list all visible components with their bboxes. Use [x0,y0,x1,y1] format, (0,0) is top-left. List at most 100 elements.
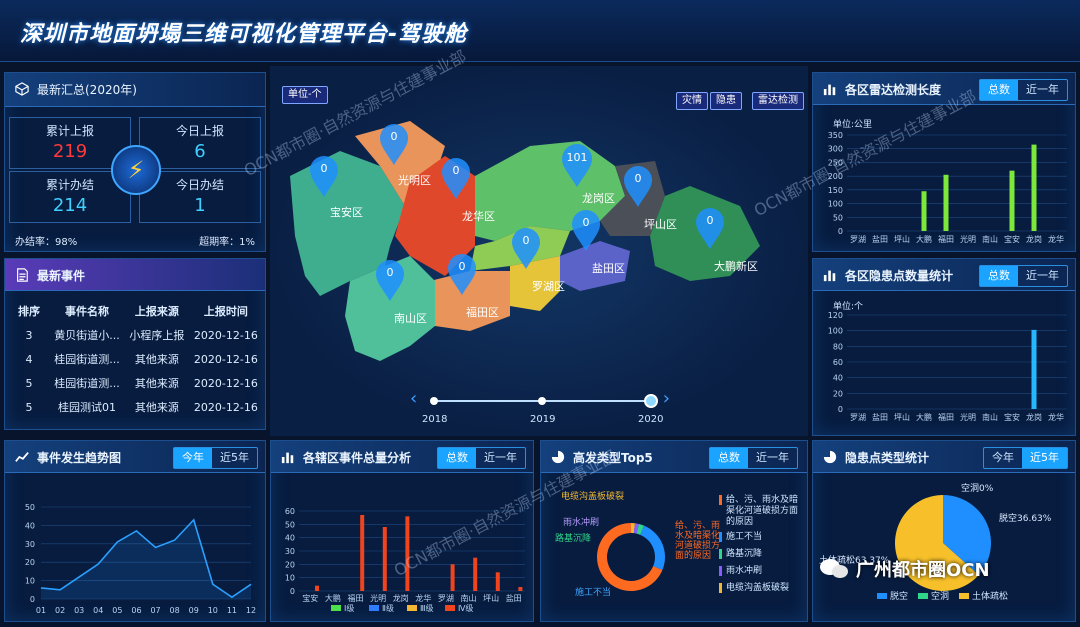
map-pin-icon [572,210,600,251]
map-pin-yantian[interactable]: 0 [570,208,602,252]
events-title: 最新事件 [37,269,86,283]
trend-tabs: 今年 近5年 [173,447,258,469]
map-pin-futian[interactable]: 0 [446,252,478,296]
tab-last-5-years[interactable]: 近5年 [212,448,257,468]
timeline-next-icon[interactable]: › [663,388,670,409]
x-tick-label: 11 [227,606,237,615]
map-pin-guangming[interactable]: 0 [378,122,410,166]
x-tick-label: 大鹏 [916,234,932,244]
timeline-dot-2018[interactable] [430,397,438,405]
bar[interactable] [495,572,500,591]
x-tick-label: 03 [74,606,84,615]
tab-last-year[interactable]: 近一年 [1018,266,1067,286]
x-tick-label: 02 [55,606,65,615]
table-row[interactable]: 5 桂园测试01 其他来源 2020-12-16 [9,395,263,419]
tab-last-year[interactable]: 近一年 [476,448,525,468]
bar[interactable] [1031,329,1037,409]
overdue-rate: 超期率：1% [199,237,255,248]
tab-total[interactable]: 总数 [980,80,1018,100]
bar[interactable] [382,527,387,591]
legend-item: 脱空 [877,589,908,602]
x-tick-label: 大鹏 [916,412,932,422]
x-tick-label: 龙岗 [393,593,409,603]
tab-total[interactable]: 总数 [710,448,748,468]
district-events-panel: 各辖区事件总量分析 总数 近一年 0 10 20 30 40 50 60 宝安 大鹏 福田 光明 龙岗… [270,440,534,622]
trend-line-chart: 0 10 20 30 40 50 01 02 03 04 05 06 07 08 09 10 11 12 [25,503,256,615]
map-pin-longgang[interactable]: 101 [560,142,594,188]
x-tick-label: 光明 [960,412,976,422]
layer-button-disaster[interactable]: 灾情 [676,92,708,110]
x-tick-label: 09 [189,606,199,615]
timeline-dot-2020[interactable] [644,394,658,408]
x-tick-label: 光明 [370,593,386,603]
district-label-guangming: 光明区 [398,174,431,187]
timeline-dot-2019[interactable] [538,397,546,405]
map-pin-luohu[interactable]: 0 [510,226,542,270]
legend-item: 路基沉降 [719,549,805,560]
tab-total[interactable]: 总数 [980,266,1018,286]
pie-slice[interactable] [640,525,665,571]
y-tick-label: 0 [838,227,843,236]
trend-title: 事件发生趋势图 [37,451,122,465]
tab-last-5-years[interactable]: 近5年 [1022,448,1067,468]
bar[interactable] [921,191,927,231]
district-label-longhua: 龙华区 [462,210,495,223]
summary-title: 最新汇总(2020年) [37,83,137,97]
map-pin-dapeng[interactable]: 0 [694,206,726,250]
map-pin-baoan[interactable]: 0 [308,154,340,198]
bar[interactable] [518,587,523,591]
map-pin-pingshan[interactable]: 0 [622,164,654,208]
tab-total[interactable]: 总数 [438,448,476,468]
x-tick-label: 盐田 [872,412,888,422]
x-tick-label: 07 [150,606,160,615]
tab-last-year[interactable]: 近一年 [748,448,797,468]
x-tick-label: 罗湖 [850,413,866,422]
layer-button-radar[interactable]: 雷达检测 [752,92,804,110]
bar[interactable] [450,564,455,591]
table-row[interactable]: 3 黄贝街道小... 小程序上报 2020-12-16 [9,323,263,347]
map-pin-icon [310,156,338,197]
events-panel: 最新事件 排序 事件名称 上报来源 上报时间 3 黄贝街道小... 小程序上报 202… [4,258,266,430]
map-pin-longhua[interactable]: 0 [440,156,472,200]
x-tick-label: 龙华 [1048,412,1064,422]
legend-label: Ⅰ级 [344,603,354,613]
x-tick-label: 南山 [982,412,998,422]
top5-callout-0: 电缆沟盖板破裂 [561,492,625,502]
stat-total-done-value: 214 [52,195,88,216]
map-area[interactable]: 单位-个 灾情 隐患 雷达检测 0 宝安区 0 光明区 0 龙华区 101 龙岗… [270,66,808,436]
pie-chart-icon [551,450,565,464]
hazard-bar-chart: 0 20 40 60 80 100 120 罗湖 盐田 坪山 大鹏 福田 光明 南山 宝安 龙岗 龙华 [828,311,1067,422]
bar[interactable] [405,516,410,591]
x-tick-label: 福田 [938,235,954,244]
table-row[interactable]: 5 桂园街道测... 其他来源 2020-12-16 [9,371,263,395]
y-tick-label: 0 [30,595,35,604]
bar[interactable] [360,515,365,591]
tab-this-year[interactable]: 今年 [174,448,212,468]
x-tick-label: 罗湖 [438,594,454,603]
bar[interactable] [1009,170,1015,231]
summary-panel: 最新汇总(2020年) 累计上报 219 今日上报 6 累计办结 214 今日办… [4,72,266,252]
x-tick-label: 大鹏 [325,593,341,603]
table-row[interactable]: 4 桂园街道测... 其他来源 2020-12-16 [9,347,263,371]
legend-label: Ⅳ级 [458,603,473,613]
map-pin-nanshan[interactable]: 0 [374,258,406,302]
radar-tabs: 总数 近一年 [979,79,1068,101]
timeline[interactable]: ‹ › 2018 2019 2020 [410,388,670,428]
bar[interactable] [943,174,949,231]
layer-button-hazard[interactable]: 隐患 [710,92,742,110]
tab-this-year[interactable]: 今年 [984,448,1022,468]
radar-bar-chart: 0 50 100 150 200 250 300 350 罗湖 盐田 坪山 大鹏 福田 光明 南山 宝安 龙岗龙… [828,131,1067,244]
bar[interactable] [315,585,319,591]
hazard-types-panel: 隐患点类型统计 今年 近5年 脱空36.63% 空洞0% 土体疏松63.37% … [812,440,1076,622]
document-icon [17,268,28,282]
map-pin-icon [696,208,724,249]
district-label-nanshan: 南山区 [394,312,427,325]
unit-button[interactable]: 单位-个 [282,86,328,104]
timeline-prev-icon[interactable]: ‹ [410,388,417,409]
bar-chart-icon [823,270,836,282]
bar[interactable] [473,557,478,591]
y-tick-label: 40 [285,534,295,543]
map-pin-icon [562,144,592,187]
tab-last-year[interactable]: 近一年 [1018,80,1067,100]
bar[interactable] [1031,144,1037,231]
